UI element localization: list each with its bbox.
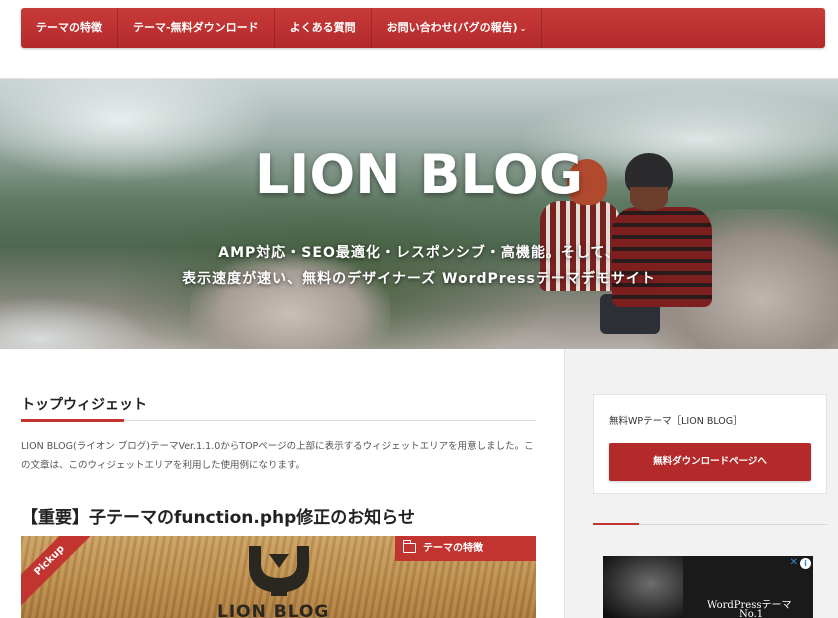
folder-icon [402, 540, 416, 553]
promo-text: 無料WPテーマ［LION BLOG］ [609, 416, 743, 427]
site-tagline: 表示速度が速い、無料のデザイナーズ WordPressテーマデモサイト [182, 271, 656, 287]
nav-item-download[interactable]: テーマ-無料ダウンロード [118, 8, 275, 48]
global-nav: テーマの特徴 テーマ-無料ダウンロード よくある質問 お問い合わせ(バグの報告)… [21, 8, 825, 48]
ad-image [603, 556, 683, 618]
widget-heading: トップウィジェット [21, 397, 147, 413]
header: テーマの特徴 テーマ-無料ダウンロード よくある質問 お問い合わせ(バグの報告)… [0, 0, 838, 79]
ad-banner[interactable]: WordPressテーマ No.1 i ✕ [603, 556, 813, 618]
nav-item-contact[interactable]: お問い合わせ(バグの報告) ⌄ [372, 8, 543, 48]
ad-close-icon[interactable]: ✕ [790, 557, 798, 568]
post-title[interactable]: 【重要】子テーマのfunction.php修正のお知らせ [21, 503, 415, 528]
divider-accent [21, 419, 124, 422]
nav-item-features[interactable]: テーマの特徴 [21, 8, 118, 48]
widget-text: LION BLOG(ライオン ブログ)テーマVer.1.1.0からTOPページの… [21, 441, 534, 471]
site-title[interactable]: LION BLOG [0, 143, 838, 206]
download-page-button[interactable]: 無料ダウンロードページへ [609, 443, 811, 481]
thumbnail-logo-text: LION BLOG [217, 602, 330, 618]
promo-widget: 無料WPテーマ［LION BLOG］ 無料ダウンロードページへ [593, 394, 827, 494]
post-thumbnail[interactable]: Pickup LION BLOG テーマの特徴 [21, 536, 536, 618]
nav-item-label: よくある質問 [289, 21, 356, 34]
hero-banner: LION BLOG AMP対応・SEO最適化・レスポンシブ・高機能。そして、 表… [0, 79, 838, 349]
ad-info-icon[interactable]: i [800, 558, 811, 569]
site-tagline: AMP対応・SEO最適化・レスポンシブ・高機能。そして、 [218, 245, 620, 261]
ad-text: No.1 [739, 609, 764, 618]
nav-item-label: お問い合わせ(バグの報告) [386, 21, 518, 34]
nav-item-faq[interactable]: よくある質問 [275, 8, 372, 48]
chevron-down-icon: ⌄ [519, 24, 527, 33]
category-badge[interactable]: テーマの特徴 [395, 536, 536, 561]
lion-logo-icon [249, 546, 309, 596]
main-content: トップウィジェット LION BLOG(ライオン ブログ)テーマVer.1.1.… [0, 349, 564, 618]
nav-item-label: テーマの特徴 [36, 21, 102, 34]
nav-item-label: テーマ-無料ダウンロード [133, 21, 259, 34]
category-label: テーマの特徴 [423, 543, 483, 554]
pickup-ribbon: Pickup [21, 536, 97, 608]
divider-accent [593, 523, 639, 525]
sidebar: 無料WPテーマ［LION BLOG］ 無料ダウンロードページへ WordPres… [564, 349, 838, 618]
